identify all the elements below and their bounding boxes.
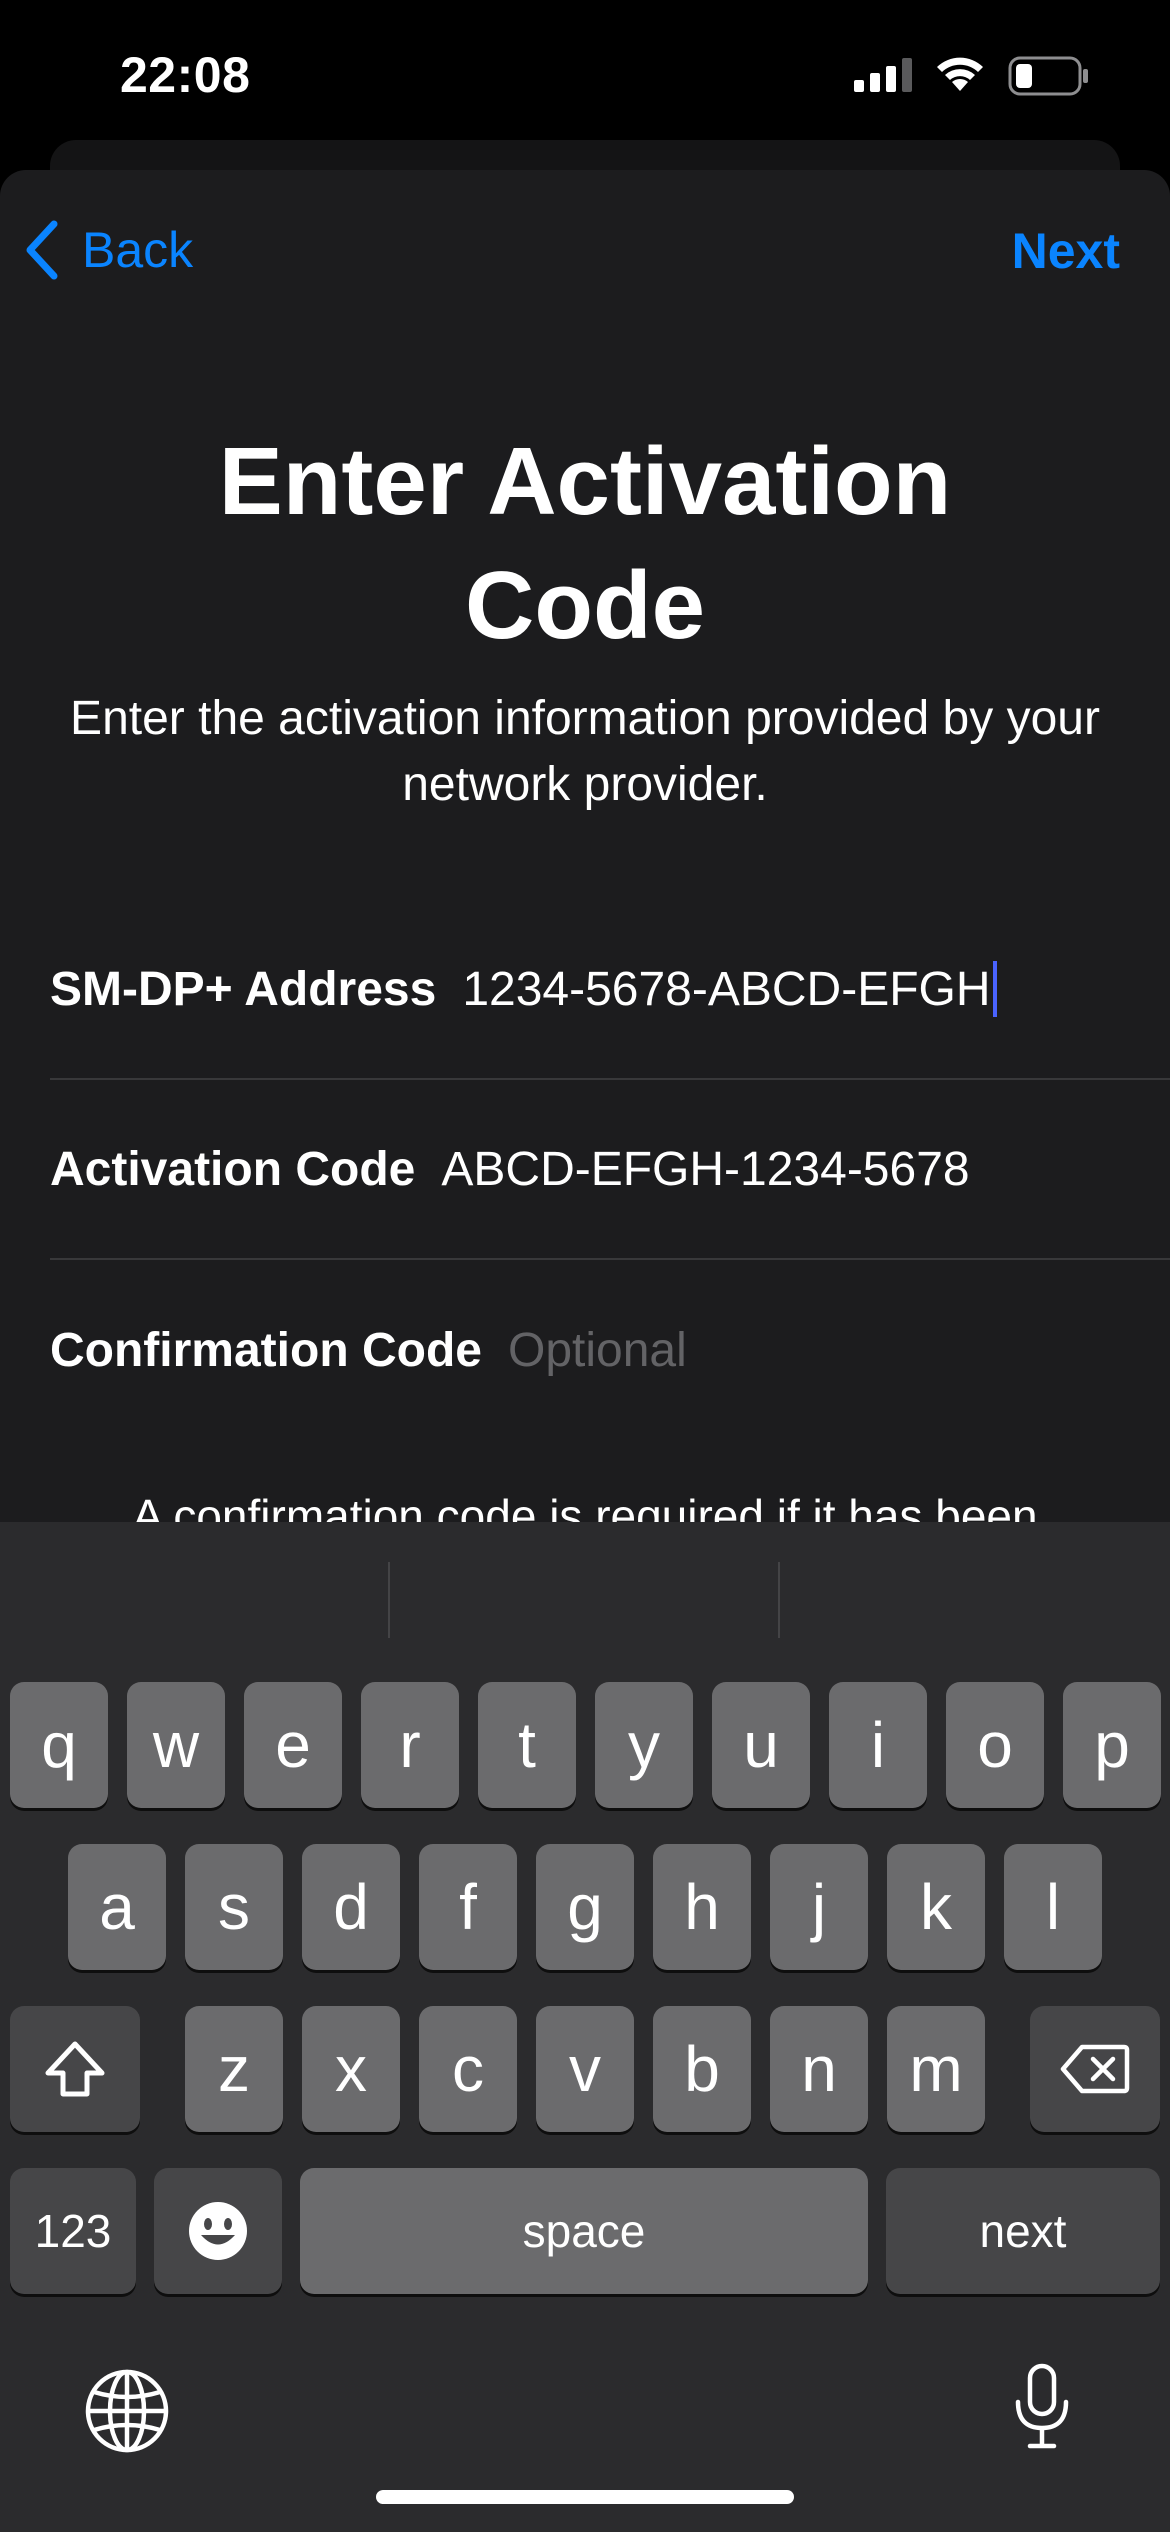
confirmation-code-input[interactable]: Optional (508, 1323, 687, 1378)
space-key[interactable]: space (300, 2168, 868, 2294)
key-k[interactable]: k (887, 1844, 985, 1970)
key-e[interactable]: e (244, 1682, 342, 1808)
page-title-line1: Enter Activation (218, 428, 952, 535)
page-subtitle: Enter the activation information provide… (70, 692, 1100, 811)
globe-icon[interactable] (84, 2368, 170, 2454)
key-f[interactable]: f (419, 1844, 517, 1970)
status-time: 22:08 (120, 47, 251, 103)
confirmation-code-row[interactable]: Confirmation Code Optional (50, 1260, 1170, 1440)
numbers-key[interactable]: 123 (10, 2168, 136, 2294)
key-r[interactable]: r (361, 1682, 459, 1808)
emoji-face-icon (189, 2202, 247, 2260)
return-next-key[interactable]: next (886, 2168, 1160, 2294)
key-w[interactable]: w (127, 1682, 225, 1808)
activation-code-row[interactable]: Activation Code ABCD-EFGH-1234-5678 (50, 1080, 1170, 1260)
activation-code-input[interactable]: ABCD-EFGH-1234-5678 (441, 1142, 969, 1197)
cellular-signal-icon (854, 58, 912, 92)
screen: 22:08 Back Next Enter Activation Code En… (0, 0, 1170, 2532)
delete-key[interactable] (1030, 2006, 1160, 2132)
smdp-address-label: SM-DP+ Address (50, 962, 437, 1016)
back-button[interactable]: Back (24, 220, 193, 280)
key-z[interactable]: z (185, 2006, 283, 2132)
key-u[interactable]: u (712, 1682, 810, 1808)
emoji-key[interactable] (154, 2168, 282, 2294)
home-indicator[interactable] (376, 2490, 794, 2504)
next-button[interactable]: Next (1012, 222, 1120, 280)
key-c[interactable]: c (419, 2006, 517, 2132)
prediction-divider (778, 1562, 780, 1638)
shift-key[interactable] (10, 2006, 140, 2132)
back-label: Back (82, 222, 194, 278)
delete-backspace-icon (1060, 2044, 1130, 2094)
key-v[interactable]: v (536, 2006, 634, 2132)
chevron-left-icon (26, 220, 58, 280)
battery-icon (1008, 56, 1088, 96)
shift-arrow-icon (45, 2041, 105, 2097)
page-title: Enter Activation Code (0, 420, 1170, 668)
key-g[interactable]: g (536, 1844, 634, 1970)
key-p[interactable]: p (1063, 1682, 1161, 1808)
text-caret (992, 961, 997, 1017)
key-x[interactable]: x (302, 2006, 400, 2132)
key-b[interactable]: b (653, 2006, 751, 2132)
key-s[interactable]: s (185, 1844, 283, 1970)
key-o[interactable]: o (946, 1682, 1044, 1808)
prediction-divider (388, 1562, 390, 1638)
keyboard: q w e r t y u i o p a s d f g h j k l z … (0, 1522, 1170, 2532)
smdp-address-input[interactable]: 1234-5678-ABCD-EFGH (462, 962, 990, 1017)
key-a[interactable]: a (68, 1844, 166, 1970)
key-h[interactable]: h (653, 1844, 751, 1970)
key-t[interactable]: t (478, 1682, 576, 1808)
activation-code-label: Activation Code (50, 1142, 416, 1196)
key-l[interactable]: l (1004, 1844, 1102, 1970)
key-j[interactable]: j (770, 1844, 868, 1970)
page-title-line2: Code (465, 552, 705, 659)
key-d[interactable]: d (302, 1844, 400, 1970)
key-n[interactable]: n (770, 2006, 868, 2132)
key-i[interactable]: i (829, 1682, 927, 1808)
smdp-address-row[interactable]: SM-DP+ Address 1234-5678-ABCD-EFGH (50, 900, 1170, 1080)
key-m[interactable]: m (887, 2006, 985, 2132)
key-q[interactable]: q (10, 1682, 108, 1808)
wifi-icon (937, 57, 983, 91)
status-bar: 22:08 (0, 0, 1170, 150)
key-y[interactable]: y (595, 1682, 693, 1808)
confirmation-code-label: Confirmation Code (50, 1323, 482, 1377)
microphone-icon[interactable] (1012, 2362, 1072, 2452)
